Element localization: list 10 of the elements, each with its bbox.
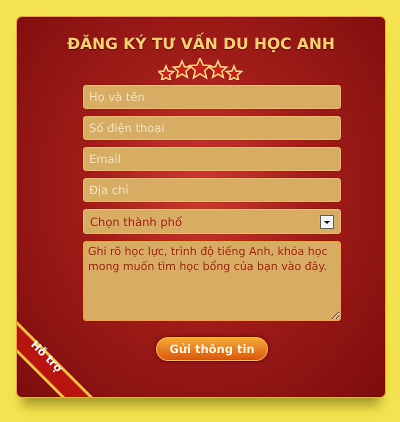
- form-title: ĐĂNG KÝ TƯ VẤN DU HỌC ANH: [67, 35, 335, 53]
- ribbon-label[interactable]: Hỗ trợ: [28, 338, 65, 375]
- input-field[interactable]: Số điện thoại: [83, 116, 341, 140]
- input-field[interactable]: Họ và tên: [83, 85, 341, 109]
- city-select[interactable]: Chọn thành phố: [83, 209, 341, 234]
- input-field[interactable]: Địa chỉ: [83, 178, 341, 202]
- stars-icon: [158, 58, 244, 80]
- input-field[interactable]: Email: [83, 147, 341, 171]
- message-field[interactable]: Ghi rõ học lực, trình độ tiếng Anh, khóa học mong muốn tìm học bổng của bạn vào đây.: [83, 241, 341, 321]
- submit-button[interactable]: Gửi thông tin: [156, 337, 268, 361]
